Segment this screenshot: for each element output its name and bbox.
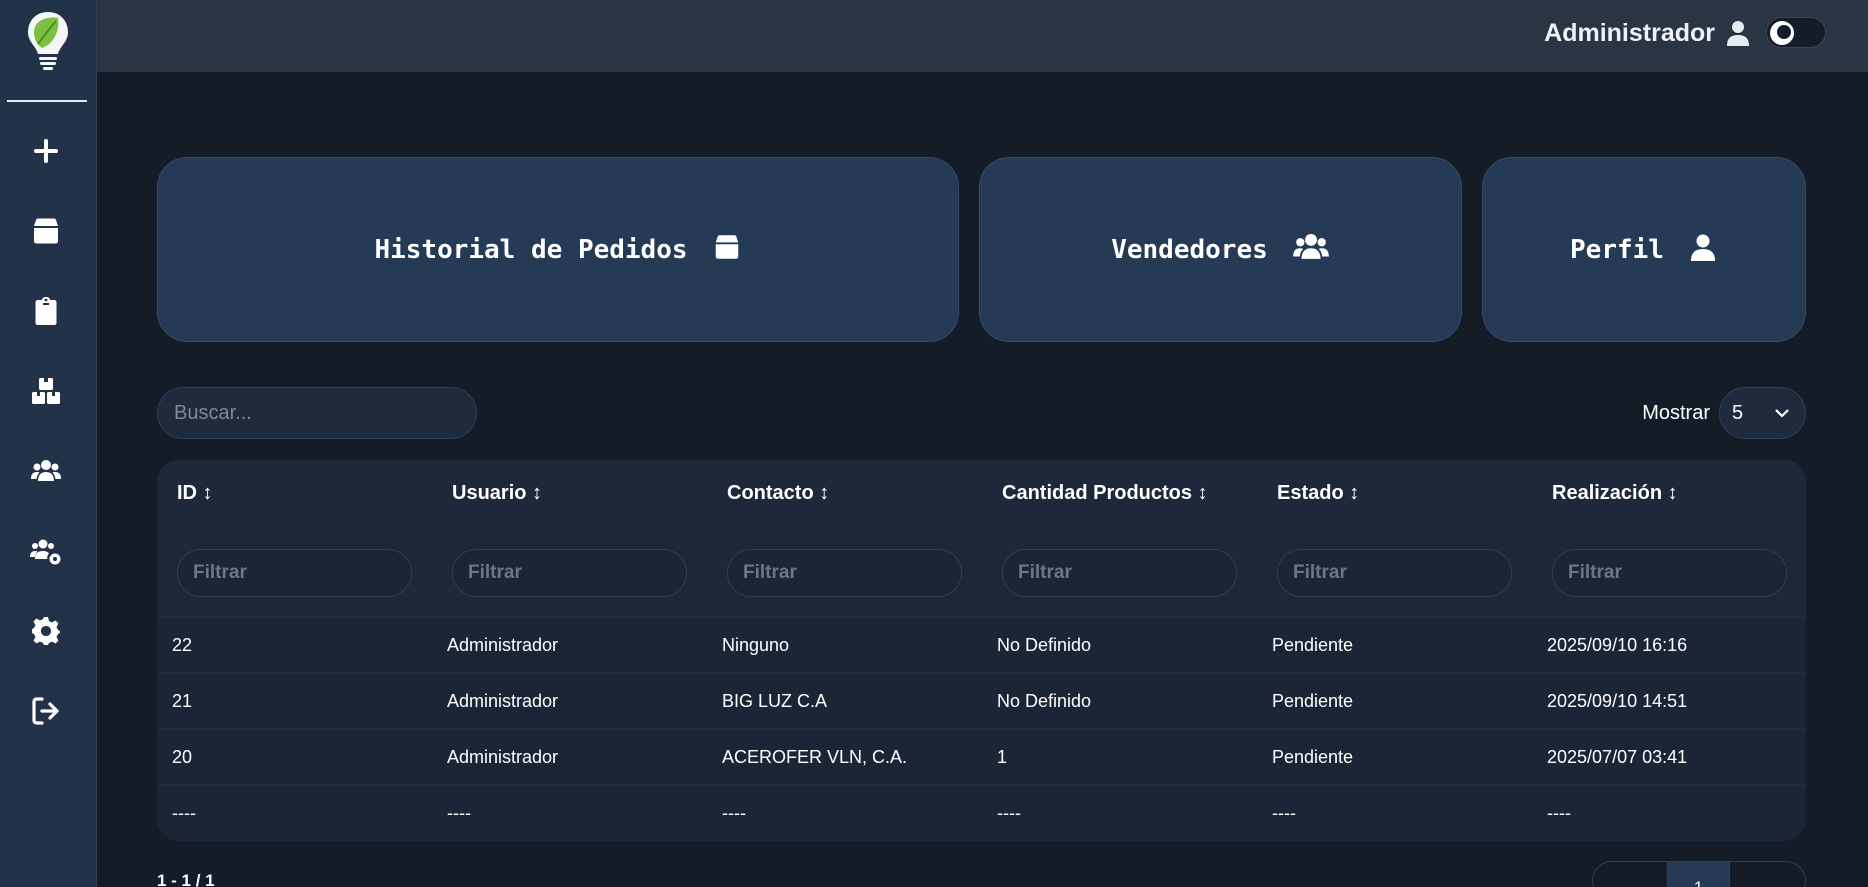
lightbulb-leaf-logo [24, 10, 72, 74]
cell-date: 2025/07/07 03:41 [1547, 747, 1688, 767]
card-profile[interactable]: Perfil [1482, 157, 1806, 342]
plus-icon[interactable] [26, 131, 66, 171]
table-row[interactable]: 22 Administrador Ninguno No Definido Pen… [157, 616, 1806, 672]
cell-status: ---- [1272, 803, 1296, 823]
table-row: ---- ---- ---- ---- ---- ---- [157, 784, 1806, 840]
filter-quantity-input[interactable] [1002, 549, 1237, 597]
page-size-select[interactable]: 5 [1719, 387, 1806, 439]
card-label: Historial de Pedidos [374, 234, 688, 265]
cell-status: Pendiente [1272, 635, 1354, 655]
cell-quantity: ---- [997, 803, 1021, 823]
cell-quantity: 1 [997, 747, 1008, 767]
sidebar [0, 0, 97, 887]
column-header-status[interactable]: Estado ↕ [1277, 482, 1359, 505]
users-icon[interactable] [26, 451, 66, 491]
column-header-contact[interactable]: Contacto ↕ [727, 482, 829, 505]
page-size-value: 5 [1732, 402, 1744, 424]
table-row[interactable]: 21 Administrador BIG LUZ C.A No Definido… [157, 672, 1806, 728]
user-name[interactable]: Administrador [1544, 19, 1715, 48]
box-icon [712, 232, 742, 267]
orders-table: ID ↕ Usuario ↕ Contacto ↕ Cantidad Produ… [157, 460, 1806, 841]
cell-contact: ACEROFER VLN, C.A. [722, 747, 908, 767]
card-order-history[interactable]: Historial de Pedidos [157, 157, 959, 342]
card-label: Vendedores [1111, 234, 1268, 265]
pagination-info: 1 - 1 / 1 [157, 871, 215, 887]
column-header-user[interactable]: Usuario ↕ [452, 482, 542, 505]
page-size-label: Mostrar [1642, 402, 1710, 424]
boxes-icon[interactable] [26, 371, 66, 411]
pagination: 1 [1592, 861, 1806, 887]
filter-date-input[interactable] [1552, 549, 1787, 597]
cell-contact: Ninguno [722, 635, 790, 655]
theme-toggle[interactable] [1766, 17, 1826, 48]
page-button[interactable]: 1 [1667, 862, 1730, 887]
user-icon [1688, 232, 1718, 267]
card-label: Perfil [1570, 234, 1664, 265]
filter-contact-input[interactable] [727, 549, 962, 597]
gear-icon[interactable] [26, 611, 66, 651]
table-header: ID ↕ Usuario ↕ Contacto ↕ Cantidad Produ… [157, 460, 1806, 616]
filter-id-input[interactable] [177, 549, 412, 597]
cell-contact: ---- [722, 803, 746, 823]
cell-date: ---- [1547, 803, 1571, 823]
search-input[interactable] [157, 387, 477, 439]
cell-status: Pendiente [1272, 691, 1354, 711]
cell-date: 2025/09/10 14:51 [1547, 691, 1688, 711]
cell-id: 22 [172, 635, 193, 655]
filter-status-input[interactable] [1277, 549, 1512, 597]
cell-quantity: No Definido [997, 691, 1092, 711]
box-icon[interactable] [26, 211, 66, 251]
table-row[interactable]: 20 Administrador ACEROFER VLN, C.A. 1 Pe… [157, 728, 1806, 784]
cell-quantity: No Definido [997, 635, 1092, 655]
filter-user-input[interactable] [452, 549, 687, 597]
sidebar-divider [7, 100, 87, 102]
cell-user: Administrador [447, 691, 559, 711]
column-header-date[interactable]: Realización ↕ [1552, 482, 1678, 505]
cell-id: 21 [172, 691, 193, 711]
cell-status: Pendiente [1272, 747, 1354, 767]
column-header-id[interactable]: ID ↕ [177, 482, 213, 505]
cell-user: ---- [447, 803, 471, 823]
column-header-quantity[interactable]: Cantidad Productos ↕ [1002, 482, 1208, 505]
top-bar: Administrador [97, 0, 1868, 72]
cell-contact: BIG LUZ C.A [722, 691, 828, 711]
chevron-down-icon [1773, 404, 1791, 422]
users-icon [1292, 228, 1330, 271]
clipboard-icon[interactable] [26, 291, 66, 331]
cell-date: 2025/09/10 16:16 [1547, 635, 1688, 655]
cell-user: Administrador [447, 635, 559, 655]
card-sellers[interactable]: Vendedores [979, 157, 1462, 342]
logout-icon[interactable] [26, 691, 66, 731]
cell-user: Administrador [447, 747, 559, 767]
users-gear-icon[interactable] [26, 531, 66, 571]
cell-id: ---- [172, 803, 196, 823]
user-icon[interactable] [1723, 18, 1753, 48]
moon-icon [1770, 21, 1794, 45]
cell-id: 20 [172, 747, 193, 767]
